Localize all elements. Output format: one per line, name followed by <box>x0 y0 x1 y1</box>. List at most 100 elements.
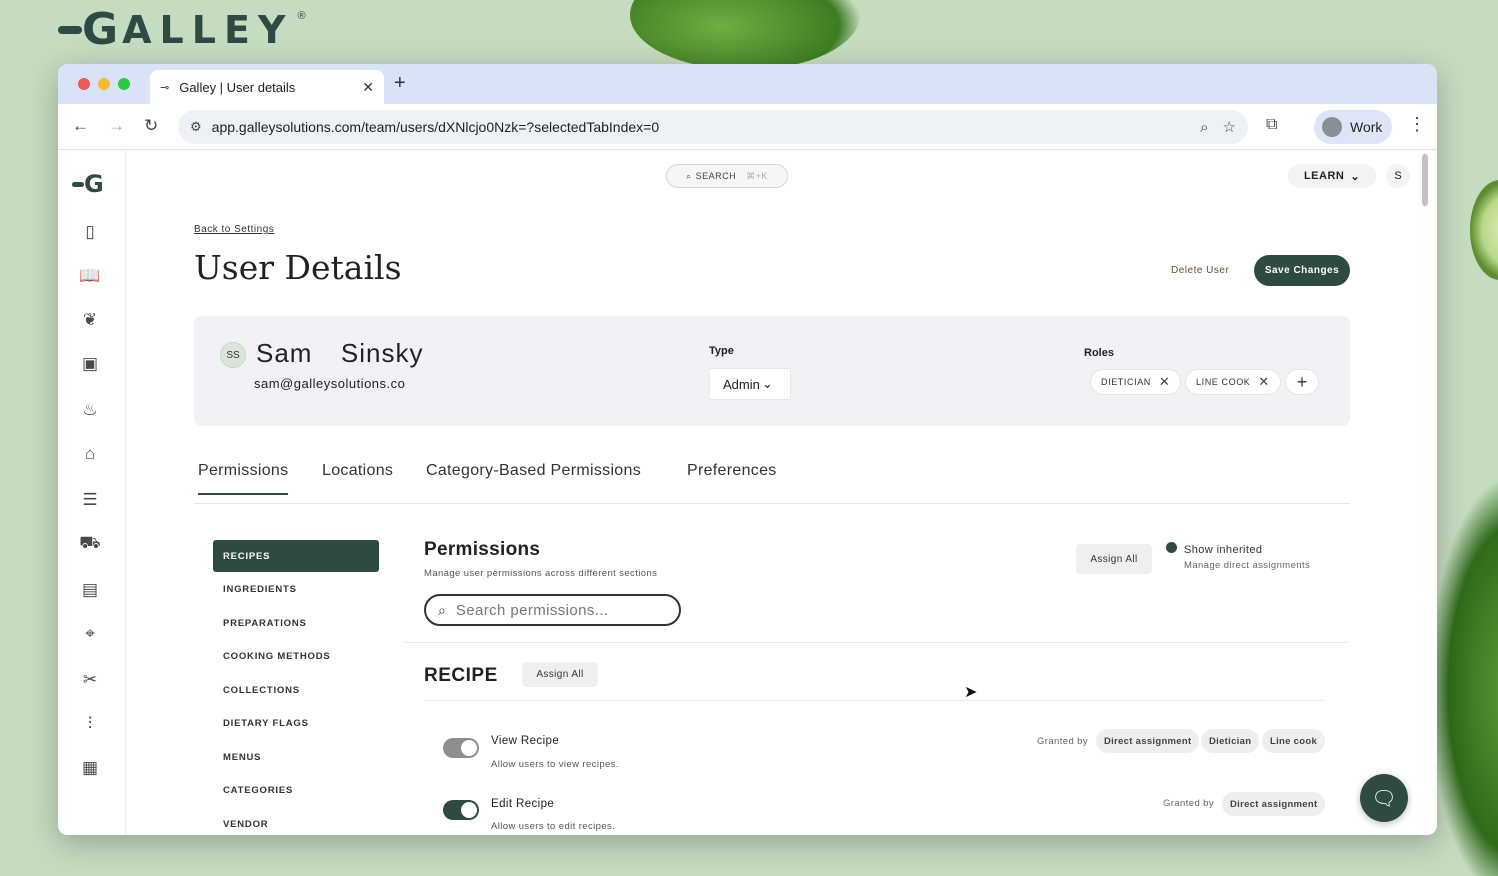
browser-menu-icon[interactable]: ⋮ <box>1408 114 1426 135</box>
registered-mark: ® <box>297 10 306 22</box>
sliders-icon[interactable]: ⫶ <box>78 712 102 736</box>
back-to-settings-link[interactable]: Back to Settings <box>194 224 274 235</box>
tab-preferences[interactable]: Preferences <box>687 462 777 480</box>
browser-tab[interactable]: ⊸ Galley | User details ✕ <box>150 70 384 104</box>
sidebar-item-cooking-methods[interactable]: COOKING METHODS <box>213 640 379 672</box>
role-chip-dietician: DIETICIAN ✕ <box>1090 369 1182 395</box>
sidebar-item-vendor[interactable]: VENDOR <box>213 808 379 835</box>
view-recipe-toggle[interactable] <box>443 738 479 758</box>
divider <box>424 700 1324 701</box>
close-window-button[interactable] <box>78 78 90 90</box>
type-select[interactable]: Admin ⌄ <box>709 368 791 400</box>
edit-recipe-toggle[interactable] <box>443 800 479 820</box>
recipe-book-icon[interactable]: 📖 <box>78 264 102 288</box>
tab-locations[interactable]: Locations <box>322 462 393 480</box>
dining-icon[interactable]: ✂ <box>78 668 102 692</box>
assign-all-button[interactable]: Assign All <box>1076 544 1152 574</box>
add-role-button[interactable]: + <box>1285 369 1319 395</box>
role-chip-label: DIETICIAN <box>1101 377 1151 387</box>
granted-by-label: Granted by <box>1163 798 1214 809</box>
role-chip-line-cook: LINE COOK ✕ <box>1185 369 1281 395</box>
site-info-icon[interactable]: ⚙ <box>190 119 202 135</box>
reports-icon[interactable]: ▦ <box>78 756 102 780</box>
browser-tabstrip: ⊸ Galley | User details ✕ + <box>58 64 1437 104</box>
galley-favicon-icon: ⊸ <box>160 81 170 94</box>
chevron-down-icon: ⌄ <box>761 376 773 391</box>
sidebar-item-categories[interactable]: CATEGORIES <box>213 774 379 806</box>
bookmark-star-icon[interactable]: ☆ <box>1223 118 1236 136</box>
zoom-icon[interactable]: ⌕ <box>1200 119 1208 136</box>
profile-label: Work <box>1350 119 1383 135</box>
permission-description: Allow users to edit recipes. <box>491 821 616 832</box>
ingredient-leaf-icon[interactable]: ❦ <box>78 308 102 332</box>
save-changes-button[interactable]: Save Changes <box>1254 255 1350 286</box>
app-logo-icon[interactable]: G <box>72 172 104 196</box>
user-email: sam@galleysolutions.co <box>254 376 406 391</box>
clipboard-icon[interactable]: ▯ <box>78 220 102 244</box>
avatar: SS <box>220 342 246 368</box>
maximize-window-button[interactable] <box>118 78 130 90</box>
page-title: User Details <box>194 248 402 287</box>
kale-leaf-decoration <box>630 0 860 70</box>
type-value: Admin <box>723 376 760 392</box>
search-icon: ⌕ <box>438 601 446 618</box>
section-assign-all-button[interactable]: Assign All <box>522 662 598 687</box>
browser-window: ⊸ Galley | User details ✕ + ← → ↻ ⚙ app.… <box>58 64 1437 835</box>
document-icon[interactable]: ▤ <box>78 578 102 602</box>
cart-icon[interactable]: ⛟ <box>78 532 102 556</box>
tag-icon[interactable]: ⌂ <box>78 442 102 466</box>
granted-by-label: Granted by <box>1037 736 1088 747</box>
extensions-icon[interactable]: ⧉ <box>1266 116 1277 134</box>
chef-icon[interactable]: ♨ <box>78 398 102 422</box>
sidebar-item-preparations[interactable]: PREPARATIONS <box>213 607 379 639</box>
nav-rail: G ▯ 📖 ❦ ▣ ♨ ⌂ ☰ ⛟ ▤ ⌖ ✂ ⫶ ▦ <box>58 150 126 835</box>
show-inherited-label[interactable]: Show inherited <box>1184 544 1262 556</box>
checklist-icon[interactable]: ☰ <box>78 488 102 512</box>
kale-leaf-decoration <box>1430 480 1498 876</box>
tab-permissions[interactable]: Permissions <box>198 462 289 495</box>
sidebar-item-recipes[interactable]: RECIPES <box>213 540 379 572</box>
profile-button[interactable]: Work <box>1314 110 1392 144</box>
tab-category-based-permissions[interactable]: Category-Based Permissions <box>426 462 641 480</box>
show-inherited-radio[interactable] <box>1166 542 1177 553</box>
remove-role-icon[interactable]: ✕ <box>1258 374 1270 390</box>
sidebar-item-collections[interactable]: COLLECTIONS <box>213 674 379 706</box>
brand-wordmark: ALLEY <box>122 8 294 52</box>
close-tab-icon[interactable]: ✕ <box>362 79 374 96</box>
location-pin-icon[interactable]: ⌖ <box>78 622 102 646</box>
sidebar-item-ingredients[interactable]: INGREDIENTS <box>213 573 379 605</box>
avatar <box>1322 117 1342 137</box>
minimize-window-button[interactable] <box>98 78 110 90</box>
remove-role-icon[interactable]: ✕ <box>1159 374 1171 390</box>
back-arrow-icon[interactable]: ← <box>72 116 89 136</box>
user-menu-button[interactable]: S <box>1386 164 1410 188</box>
manage-direct-assignments-label[interactable]: Manage direct assignments <box>1184 560 1310 571</box>
url-text: app.galleysolutions.com/team/users/dXNlc… <box>211 119 660 135</box>
forward-arrow-icon[interactable]: → <box>108 116 125 136</box>
permission-name: Edit Recipe <box>491 798 555 810</box>
package-icon[interactable]: ▣ <box>78 352 102 376</box>
search-input[interactable] <box>455 601 656 619</box>
permission-description: Allow users to view recipes. <box>491 759 619 770</box>
browser-toolbar: ← → ↻ ⚙ app.galleysolutions.com/team/use… <box>58 104 1437 150</box>
sidebar-item-menus[interactable]: MENUS <box>213 741 379 773</box>
permissions-subtitle: Manage user permissions across different… <box>424 568 658 579</box>
global-search-button[interactable]: ⌕ SEARCH ⌘+K <box>666 164 788 188</box>
user-summary-card: SS Sam Sinsky sam@galleysolutions.co Typ… <box>194 316 1350 426</box>
page-scrollbar[interactable] <box>1422 154 1428 206</box>
divider <box>402 642 1348 643</box>
permissions-title: Permissions <box>424 539 541 560</box>
new-tab-icon[interactable]: + <box>394 72 406 95</box>
permissions-search[interactable]: ⌕ <box>424 594 681 626</box>
user-name: Sam Sinsky <box>256 338 424 368</box>
browser-tab-title: Galley | User details <box>179 79 296 95</box>
granted-chip: Direct assignment <box>1096 729 1200 753</box>
chat-support-button[interactable]: 🗨 <box>1360 774 1408 822</box>
reload-icon[interactable]: ↻ <box>144 116 158 136</box>
address-bar[interactable]: ⚙ app.galleysolutions.com/team/users/dXN… <box>178 110 1248 144</box>
sidebar-item-dietary-flags[interactable]: DIETARY FLAGS <box>213 707 379 739</box>
learn-dropdown[interactable]: LEARN ⌄ <box>1288 164 1376 188</box>
app-page: G ▯ 📖 ❦ ▣ ♨ ⌂ ☰ ⛟ ▤ ⌖ ✂ ⫶ ▦ ⌕ SEARCH ⌘+K… <box>58 150 1437 835</box>
mouse-cursor-icon: ➤ <box>964 684 978 701</box>
delete-user-button[interactable]: Delete User <box>1171 265 1229 276</box>
